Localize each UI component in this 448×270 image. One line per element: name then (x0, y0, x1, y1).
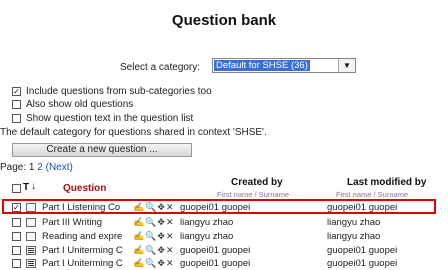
category-selected-value: Default for SHSE (36) (214, 60, 310, 71)
question-name[interactable]: Part I Uniterming C (42, 245, 123, 256)
row-action-icons[interactable]: ✍🔍✥✕ (133, 202, 175, 213)
row-checkbox[interactable] (12, 246, 21, 255)
modified-by: guopei01 guopei (327, 202, 398, 213)
context-note: The default category for questions share… (0, 127, 267, 138)
created-by: guopei01 guopei (180, 245, 251, 256)
question-name[interactable]: Part I Listening Co (42, 202, 120, 213)
header-modified-by[interactable]: Last modified by (347, 177, 426, 188)
chevron-down-icon[interactable]: ▼ (338, 59, 355, 72)
question-name[interactable]: Part I Uniterming C (42, 258, 123, 269)
category-label: Select a category: (120, 62, 201, 73)
pagination-label: Page: (0, 162, 27, 173)
show-old-questions-label: Also show old questions (26, 99, 134, 110)
create-question-button[interactable]: Create a new question ... (12, 143, 192, 157)
created-by: liangyu zhao (180, 231, 234, 242)
pagination-current: 1 (28, 162, 35, 173)
list-icon (26, 259, 36, 268)
row-action-icons[interactable]: ✍🔍✥✕ (133, 217, 175, 228)
modified-by: guopei01 guopei (327, 258, 398, 269)
row-action-icons[interactable]: ✍🔍✥✕ (133, 231, 175, 242)
header-created-sub[interactable]: First name / Surname (217, 190, 289, 199)
pagination-page-2[interactable]: 2 (37, 162, 43, 173)
question-type-icon (26, 203, 36, 212)
list-icon (26, 246, 36, 255)
include-subcategories-checkbox[interactable]: ✓ (12, 87, 21, 96)
created-by: guopei01 guopei (180, 202, 251, 213)
pagination: Page: 1 2 (Next) (0, 162, 73, 173)
select-all-checkbox[interactable] (12, 184, 21, 193)
created-by: guopei01 guopei (180, 258, 251, 269)
sort-down-icon[interactable]: ↓ (31, 181, 36, 192)
question-name[interactable]: Part III Writing (42, 217, 102, 228)
show-question-text-label: Show question text in the question list (26, 113, 194, 124)
modified-by: guopei01 guopei (327, 245, 398, 256)
category-select[interactable]: Default for SHSE (36) ▼ (212, 58, 356, 73)
question-name[interactable]: Reading and expre (42, 231, 122, 242)
header-created-by[interactable]: Created by (231, 177, 283, 188)
row-checkbox[interactable] (12, 232, 21, 241)
modified-by: liangyu zhao (327, 231, 381, 242)
row-checkbox[interactable]: ✓ (12, 203, 21, 212)
row-action-icons[interactable]: ✍🔍✥✕ (133, 258, 175, 269)
row-checkbox[interactable] (12, 259, 21, 268)
question-type-icon (26, 232, 36, 241)
created-by: liangyu zhao (180, 217, 234, 228)
page-title: Question bank (171, 12, 277, 29)
pagination-next[interactable]: (Next) (46, 162, 73, 173)
show-old-questions-checkbox[interactable] (12, 100, 21, 109)
header-question[interactable]: Question (63, 183, 106, 194)
modified-by: liangyu zhao (327, 217, 381, 228)
show-question-text-checkbox[interactable] (12, 114, 21, 123)
include-subcategories-label: Include questions from sub-categories to… (26, 86, 212, 97)
header-modified-sub[interactable]: First name / Surname (336, 190, 408, 199)
header-type[interactable]: T (23, 182, 29, 193)
question-type-icon (26, 218, 36, 227)
row-checkbox[interactable] (12, 218, 21, 227)
row-action-icons[interactable]: ✍🔍✥✕ (133, 245, 175, 256)
